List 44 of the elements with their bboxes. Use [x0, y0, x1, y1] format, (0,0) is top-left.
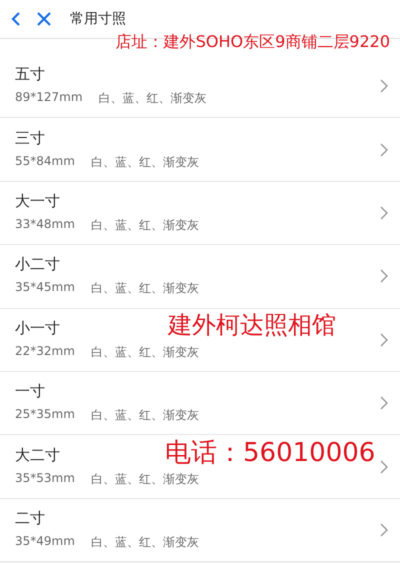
size-dimensions: 35*45mm: [15, 280, 75, 296]
size-list-item[interactable]: 五寸 89*127mm 白、蓝、红、渐变灰: [0, 55, 400, 118]
size-name: 大一寸: [15, 192, 60, 211]
phone-text: 电话：56010006: [165, 438, 376, 468]
size-list-item[interactable]: 一寸 25*35mm 白、蓝、红、渐变灰: [0, 372, 400, 436]
background-colors: 白、蓝、红、渐变灰: [90, 470, 199, 488]
chevron-right-icon: [380, 269, 388, 284]
size-dimensions: 22*32mm: [15, 344, 75, 360]
chevron-right-icon: [380, 460, 388, 474]
size-dimensions: 55*84mm: [15, 154, 75, 170]
size-list-item[interactable]: 大一寸 33*48mm 白、蓝、红、渐变灰: [0, 182, 400, 246]
chevron-right-icon: [380, 332, 388, 347]
size-dimensions: 89*127mm: [15, 90, 83, 106]
size-name: 五寸: [15, 65, 45, 84]
size-dimensions: 35*49mm: [15, 534, 75, 550]
size-list-item[interactable]: 三寸 55*84mm 白、蓝、红、渐变灰: [0, 118, 400, 182]
shop-name: 建外柯达照相馆: [168, 310, 336, 341]
size-name: 一寸: [15, 382, 45, 402]
address-text: 店址：建外SOHO东区9商铺二层9220: [116, 32, 390, 53]
size-dimensions: 25*35mm: [15, 407, 75, 424]
size-list-item[interactable]: 小二寸 35*45mm 白、蓝、红、渐变灰: [0, 245, 400, 309]
chevron-right-icon: [380, 206, 388, 220]
chevron-right-icon: [380, 142, 388, 157]
size-name: 大二寸: [15, 446, 60, 465]
size-list-item[interactable]: 二寸 35*49mm 白、蓝、红、渐变灰: [0, 498, 400, 562]
background-colors: 白、蓝、红、渐变灰: [90, 407, 199, 424]
size-dimensions: 35*53mm: [15, 470, 75, 487]
page-title: 常用寸照: [70, 10, 126, 28]
size-name: 三寸: [15, 128, 45, 148]
background-colors: 白、蓝、红、渐变灰: [90, 344, 199, 361]
background-colors: 白、蓝、红、渐变灰: [90, 154, 199, 171]
back-icon[interactable]: [10, 11, 22, 27]
background-colors: 白、蓝、红、渐变灰: [90, 280, 199, 298]
size-dimensions: 33*48mm: [15, 216, 75, 233]
background-colors: 白、蓝、红、渐变灰: [90, 216, 199, 234]
size-name: 小二寸: [15, 255, 60, 274]
size-name: 小一寸: [15, 318, 60, 338]
chevron-right-icon: [380, 396, 388, 410]
background-colors: 白、蓝、红、渐变灰: [90, 534, 199, 551]
chevron-right-icon: [380, 79, 388, 94]
close-icon[interactable]: [36, 11, 52, 27]
background-colors: 白、蓝、红、渐变灰: [98, 90, 207, 108]
size-name: 二寸: [15, 508, 45, 528]
chevron-right-icon: [380, 522, 388, 537]
